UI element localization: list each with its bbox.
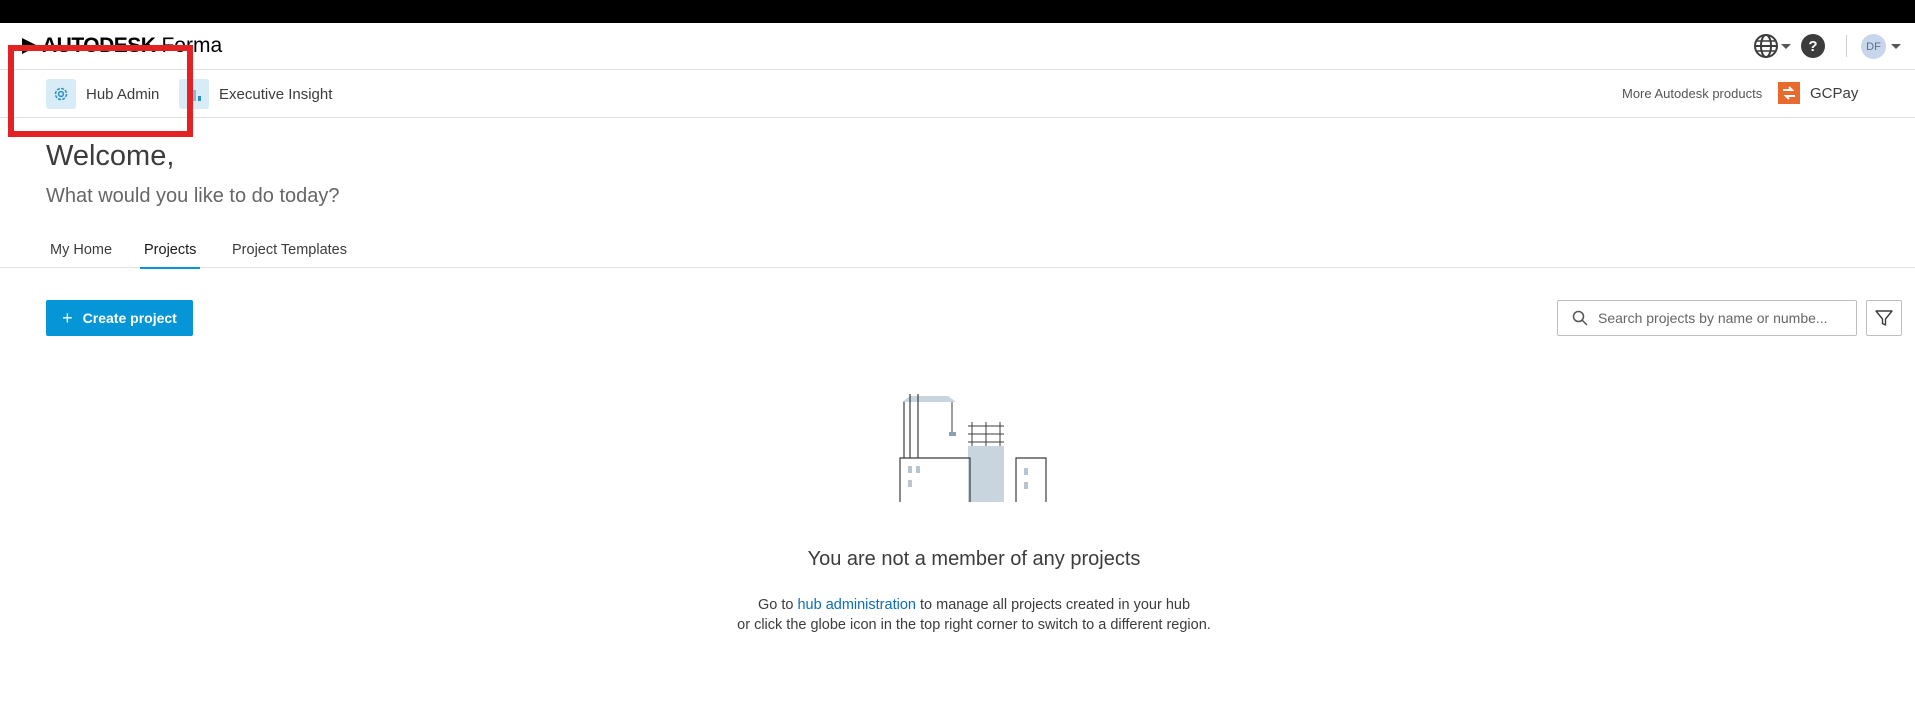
- empty-state-title: You are not a member of any projects: [807, 548, 1141, 570]
- autodesk-logo-icon: [22, 38, 38, 54]
- executive-insight-button[interactable]: Executive Insight: [179, 79, 332, 109]
- chart-icon: [179, 79, 209, 109]
- tab-bar: My Home Projects Project Templates: [0, 238, 1915, 269]
- construction-illustration: [899, 394, 1047, 502]
- user-avatar[interactable]: DF: [1861, 34, 1886, 59]
- plus-icon: +: [62, 307, 73, 328]
- app-switcher-bar: Hub Admin Executive Insight More Autodes…: [0, 70, 1915, 118]
- avatar-chevron-down-icon[interactable]: [1891, 44, 1901, 49]
- create-project-button[interactable]: + Create project: [46, 300, 193, 336]
- tab-projects[interactable]: Projects: [140, 242, 201, 269]
- globe-icon[interactable]: [1753, 33, 1779, 59]
- top-black-bar: [0, 0, 1915, 23]
- empty-state-line-1-prefix: Go to: [757, 597, 798, 613]
- search-input[interactable]: [1596, 309, 1840, 327]
- gear-icon: [46, 79, 76, 109]
- more-autodesk-products-link[interactable]: More Autodesk products: [1622, 86, 1762, 101]
- hub-admin-button[interactable]: Hub Admin: [46, 79, 159, 109]
- filter-icon: [1875, 310, 1893, 326]
- gcpay-icon: [1778, 82, 1800, 104]
- autodesk-forma-logo[interactable]: AUTODESK Forma: [22, 34, 223, 57]
- hub-administration-link[interactable]: hub administration: [797, 597, 916, 613]
- page-title: Welcome,: [46, 140, 175, 172]
- project-search[interactable]: [1557, 300, 1857, 336]
- tab-project-templates[interactable]: Project Templates: [228, 242, 351, 267]
- tab-my-home[interactable]: My Home: [46, 242, 116, 267]
- help-icon[interactable]: ?: [1801, 34, 1825, 58]
- search-icon: [1572, 310, 1588, 326]
- header-divider: [1846, 35, 1847, 57]
- gcpay-button[interactable]: GCPay: [1778, 82, 1858, 104]
- empty-state-line-1: Go to hub administration to manage all p…: [0, 597, 1915, 613]
- create-project-label: Create project: [82, 310, 177, 326]
- filter-button[interactable]: [1866, 300, 1902, 336]
- empty-state-line-2: or click the globe icon in the top right…: [737, 617, 1211, 633]
- executive-insight-label: Executive Insight: [219, 85, 333, 103]
- page-subtitle: What would you like to do today?: [46, 185, 340, 207]
- globe-chevron-down-icon[interactable]: [1781, 44, 1791, 49]
- product-name: Forma: [161, 34, 223, 57]
- hub-admin-label: Hub Admin: [86, 85, 160, 103]
- gcpay-label: GCPay: [1810, 84, 1859, 102]
- brand-name: AUTODESK: [42, 34, 156, 57]
- empty-state-line-1-suffix: to manage all projects created in your h…: [915, 597, 1191, 613]
- top-navigation-bar: AUTODESK Forma ? DF: [0, 23, 1915, 70]
